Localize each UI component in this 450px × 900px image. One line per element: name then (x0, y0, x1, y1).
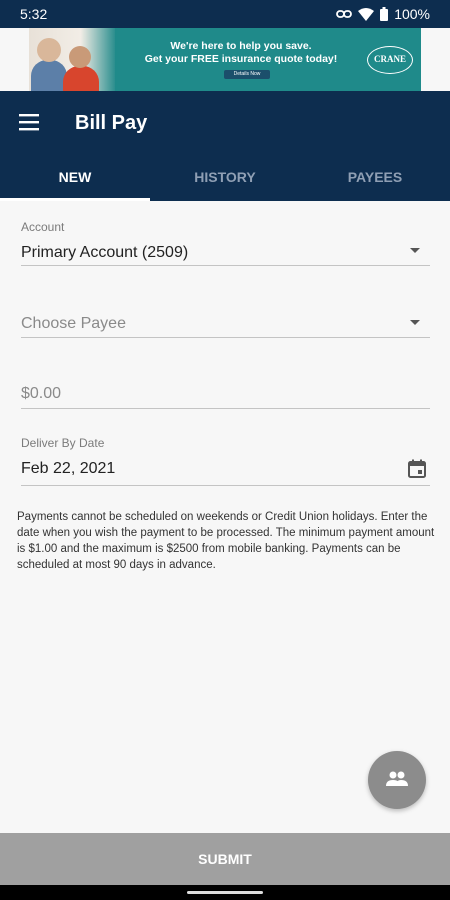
account-underline (21, 265, 430, 266)
amount-underline (21, 408, 430, 409)
tab-history[interactable]: HISTORY (150, 157, 300, 201)
ad-line1: We're here to help you save. (170, 40, 312, 52)
page-title: Bill Pay (75, 112, 148, 134)
payee-select[interactable]: Choose Payee (21, 315, 126, 333)
ad-logo: CRANE (367, 46, 413, 74)
account-label: Account (21, 220, 65, 234)
tab-payees[interactable]: PAYEES (300, 157, 450, 201)
home-handle[interactable] (187, 891, 263, 894)
calendar-icon[interactable] (407, 459, 427, 479)
system-nav-bar (0, 885, 450, 900)
ad-banner[interactable]: We're here to help you save. Get your FR… (29, 28, 421, 91)
status-bar: 5:32 100% (0, 0, 450, 28)
deliver-by-underline (21, 485, 430, 486)
tab-bar: NEW HISTORY PAYEES (0, 157, 450, 201)
app-bar: Bill Pay (0, 91, 450, 157)
deliver-by-label: Deliver By Date (21, 436, 105, 450)
payee-underline (21, 337, 430, 338)
battery-level: 100% (394, 6, 430, 22)
info-text: Payments cannot be scheduled on weekends… (17, 511, 435, 571)
wifi-icon (358, 7, 375, 21)
deliver-by-date[interactable]: Feb 22, 2021 (21, 460, 115, 478)
ad-photo (29, 28, 115, 91)
bill-pay-form: Account Primary Account (2509) Choose Pa… (0, 201, 450, 833)
amount-input[interactable]: $0.00 (21, 385, 61, 403)
account-select[interactable]: Primary Account (2509) (21, 244, 188, 262)
battery-icon (380, 7, 389, 21)
status-icons: 100% (336, 5, 430, 23)
ad-line2: Get your FREE insurance quote today! (144, 53, 338, 65)
chevron-down-icon[interactable] (410, 320, 420, 325)
payees-fab[interactable] (368, 751, 426, 809)
tab-new[interactable]: NEW (0, 157, 150, 201)
submit-button[interactable]: SUBMIT (0, 833, 450, 885)
menu-icon[interactable] (19, 113, 41, 131)
ad-text: We're here to help you save. Get your FR… (125, 40, 357, 66)
chevron-down-icon[interactable] (410, 248, 420, 253)
ad-details-button[interactable]: Details Now (224, 70, 270, 79)
people-icon (386, 771, 408, 786)
link-icon (336, 10, 353, 18)
status-time: 5:32 (20, 6, 48, 22)
